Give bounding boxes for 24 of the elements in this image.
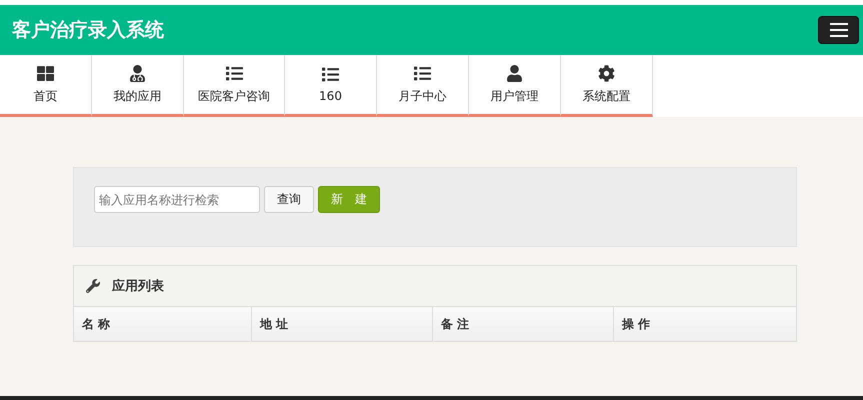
list-icon — [226, 64, 242, 82]
user-icon — [506, 64, 523, 82]
panel-title: 应用列表 — [112, 278, 164, 295]
doctor-icon — [129, 64, 146, 82]
column-header: 地 址 — [252, 307, 433, 341]
list-icon — [322, 66, 339, 83]
app-title: 客户治疗录入系统 — [12, 18, 164, 43]
menu-button[interactable] — [818, 16, 859, 44]
query-button[interactable]: 查询 — [264, 186, 314, 213]
nav-tab[interactable]: 首页 — [0, 55, 92, 117]
column-header: 操 作 — [614, 307, 796, 341]
list-icon — [414, 64, 431, 82]
nav-tab[interactable]: 月子中心 — [377, 55, 469, 117]
nav-tab[interactable]: 系统配置 — [561, 55, 653, 117]
nav-tab[interactable]: 用户管理 — [469, 55, 561, 117]
wrench-icon — [86, 279, 100, 293]
settings-icon — [598, 64, 615, 82]
nav-tab[interactable]: 160 — [285, 55, 377, 117]
search-field[interactable]: 输入应用名称进行检索 — [94, 186, 260, 213]
column-header: 名 称 — [74, 307, 252, 341]
nav-tab[interactable]: 医院客户咨询 — [184, 55, 285, 117]
grid-icon — [37, 64, 54, 82]
column-header: 备 注 — [433, 307, 614, 341]
nav-tab[interactable]: 我的应用 — [92, 55, 184, 117]
